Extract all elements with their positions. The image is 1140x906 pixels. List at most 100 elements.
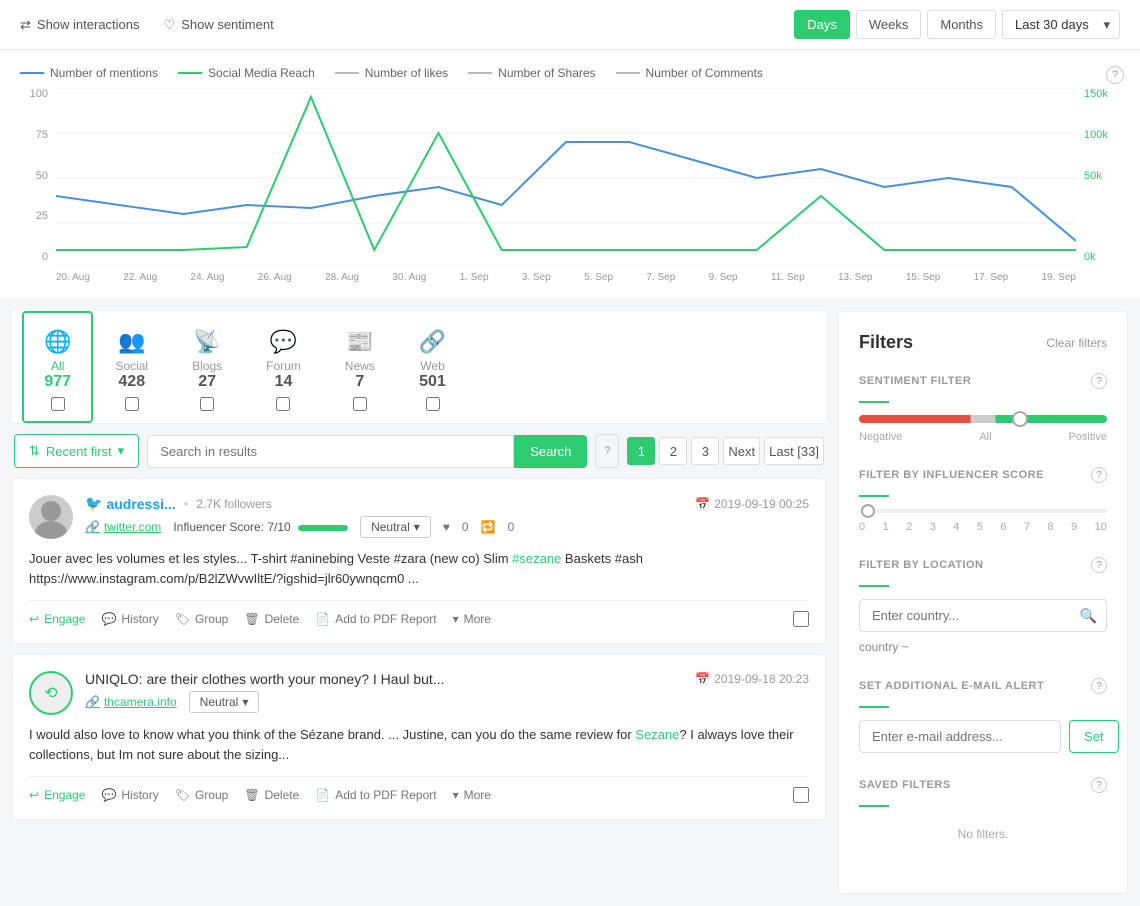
post-text-2: I would also love to know what you think…	[29, 725, 809, 764]
tab-all-label: All	[51, 359, 64, 373]
location-input[interactable]	[859, 599, 1107, 632]
tab-web[interactable]: 🔗 Web 501	[397, 311, 468, 423]
group-btn-1[interactable]: 🏷 Group	[175, 612, 229, 626]
email-filter-label: SET ADDITIONAL E-MAIL ALERT	[859, 680, 1044, 692]
country-note: country ~	[859, 640, 1107, 654]
legend-mentions-label: Number of mentions	[50, 66, 158, 80]
tab-forum[interactable]: 💬 Forum 14	[244, 311, 323, 423]
page-1-btn[interactable]: 1	[627, 437, 655, 465]
saved-filters-help-icon[interactable]: ?	[1091, 777, 1107, 793]
sort-button[interactable]: ⇅ Recent first ▾	[14, 434, 139, 468]
engage-btn-2[interactable]: ↩ Engage	[29, 788, 85, 802]
months-btn[interactable]: Months	[927, 10, 996, 39]
tab-web-checkbox[interactable]	[426, 397, 440, 411]
legend-likes: Number of likes	[335, 66, 448, 80]
legend-likes-label: Number of likes	[365, 66, 448, 80]
page-2-btn[interactable]: 2	[659, 437, 687, 465]
pdf-btn-2[interactable]: 📄 Add to PDF Report	[315, 788, 436, 802]
tab-news-count: 7	[355, 373, 364, 391]
sentiment-badge-2[interactable]: Neutral ▾	[189, 691, 260, 713]
history-btn-1[interactable]: 💬 History	[101, 612, 158, 626]
interactions-icon: ⇄	[20, 17, 31, 33]
search-input[interactable]	[147, 435, 514, 468]
sentiment-thumb[interactable]	[1012, 411, 1028, 427]
tab-social-checkbox[interactable]	[125, 397, 139, 411]
sezane-link-1[interactable]: #sezane	[512, 551, 561, 566]
delete-btn-1[interactable]: 🗑 Delete	[244, 612, 299, 626]
chart-area: Number of mentions Social Media Reach Nu…	[0, 50, 1140, 299]
tab-news[interactable]: 📰 News 7	[323, 311, 397, 423]
sort-label: Recent first	[46, 444, 112, 459]
sentiment-all-label: All	[979, 431, 991, 443]
post-source-1[interactable]: 🔗 twitter.com	[85, 520, 161, 534]
chart-help-icon[interactable]: ?	[1106, 66, 1124, 84]
date-text-2: 2019-09-18 20:23	[714, 672, 809, 686]
sentiment-text-2: Neutral	[200, 695, 239, 709]
shares-line-icon	[468, 72, 492, 74]
all-icon: 🌐	[44, 329, 71, 355]
left-panel: 🌐 All 977 👥 Social 428 📡 Blogs 27 💬 Foru…	[12, 311, 826, 894]
score-bar-1	[298, 525, 348, 531]
post-date-2: 📅 2019-09-18 20:23	[695, 672, 809, 686]
influencer-filter-label: FILTER BY INFLUENCER SCORE	[859, 469, 1044, 481]
saved-filters-underline	[859, 805, 889, 807]
tab-social[interactable]: 👥 Social 428	[93, 311, 170, 423]
show-interactions-btn[interactable]: ⇄ Show interactions	[20, 17, 140, 33]
score-value-1: 7/10	[267, 520, 290, 534]
influencer-help-icon[interactable]: ?	[1091, 467, 1107, 483]
tab-blogs[interactable]: 📡 Blogs 27	[170, 311, 244, 423]
tab-forum-checkbox[interactable]	[276, 397, 290, 411]
twitter-icon-1: 🐦	[85, 495, 102, 512]
retweet-icon-1: 🔁	[481, 520, 496, 534]
more-btn-1[interactable]: ▾ More	[453, 612, 491, 626]
sentiment-filter-section: SENTIMENT FILTER ? Negative All Positive	[859, 373, 1107, 443]
post-card-1: 🐦 audressi... • 2.7K followers 📅 2019-09…	[12, 478, 826, 644]
tab-blogs-checkbox[interactable]	[200, 397, 214, 411]
influencer-underline	[859, 495, 889, 497]
influencer-header: FILTER BY INFLUENCER SCORE ?	[859, 467, 1107, 483]
sentiment-underline	[859, 401, 889, 403]
y-axis-right: 150k100k50k 0k	[1076, 88, 1120, 283]
separator-1: •	[184, 496, 189, 511]
engage-btn-1[interactable]: ↩ Engage	[29, 612, 85, 626]
set-email-btn[interactable]: Set	[1069, 720, 1119, 753]
last-btn[interactable]: Last [33]	[764, 437, 824, 465]
more-btn-2[interactable]: ▾ More	[453, 788, 491, 802]
email-help-icon[interactable]: ?	[1091, 678, 1107, 694]
date-range-select[interactable]: Last 30 days	[1002, 10, 1120, 39]
post-checkbox-1[interactable]	[793, 611, 809, 627]
post-checkbox-2[interactable]	[793, 787, 809, 803]
filters-title: Filters	[859, 332, 913, 353]
tab-news-checkbox[interactable]	[353, 397, 367, 411]
sentiment-badge-1[interactable]: Neutral ▾	[360, 516, 431, 538]
pdf-btn-1[interactable]: 📄 Add to PDF Report	[315, 612, 436, 626]
post-source-2[interactable]: 🔗 thcamera.info	[85, 695, 177, 709]
source-tabs: 🌐 All 977 👥 Social 428 📡 Blogs 27 💬 Foru…	[12, 311, 826, 424]
post-title-2[interactable]: UNIQLO: are their clothes worth your mon…	[85, 671, 445, 687]
next-btn[interactable]: Next	[723, 437, 760, 465]
sentiment-chevron-2: ▾	[242, 695, 248, 709]
page-3-btn[interactable]: 3	[691, 437, 719, 465]
email-input[interactable]	[859, 720, 1061, 753]
sentiment-help-icon[interactable]: ?	[1091, 373, 1107, 389]
show-sentiment-label: Show sentiment	[181, 17, 274, 32]
tab-all-checkbox[interactable]	[51, 397, 65, 411]
weeks-btn[interactable]: Weeks	[856, 10, 922, 39]
days-btn[interactable]: Days	[794, 10, 850, 39]
history-btn-2[interactable]: 💬 History	[101, 788, 158, 802]
tab-all[interactable]: 🌐 All 977	[22, 311, 93, 423]
influencer-track	[859, 509, 1107, 513]
source-text-2: thcamera.info	[104, 695, 177, 709]
legend-shares: Number of Shares	[468, 66, 595, 80]
influencer-thumb[interactable]	[861, 504, 875, 518]
delete-btn-2[interactable]: 🗑 Delete	[244, 788, 299, 802]
search-button[interactable]: Search	[514, 435, 587, 468]
legend-shares-label: Number of Shares	[498, 66, 595, 80]
location-help-icon[interactable]: ?	[1091, 557, 1107, 573]
sezane-link-2[interactable]: Sezane	[635, 727, 679, 742]
sentiment-slider	[859, 415, 1107, 423]
group-btn-2[interactable]: 🏷 Group	[175, 788, 229, 802]
search-help-icon[interactable]: ?	[595, 434, 619, 468]
show-sentiment-btn[interactable]: ♡ Show sentiment	[164, 17, 274, 33]
clear-filters-btn[interactable]: Clear filters	[1046, 336, 1107, 350]
